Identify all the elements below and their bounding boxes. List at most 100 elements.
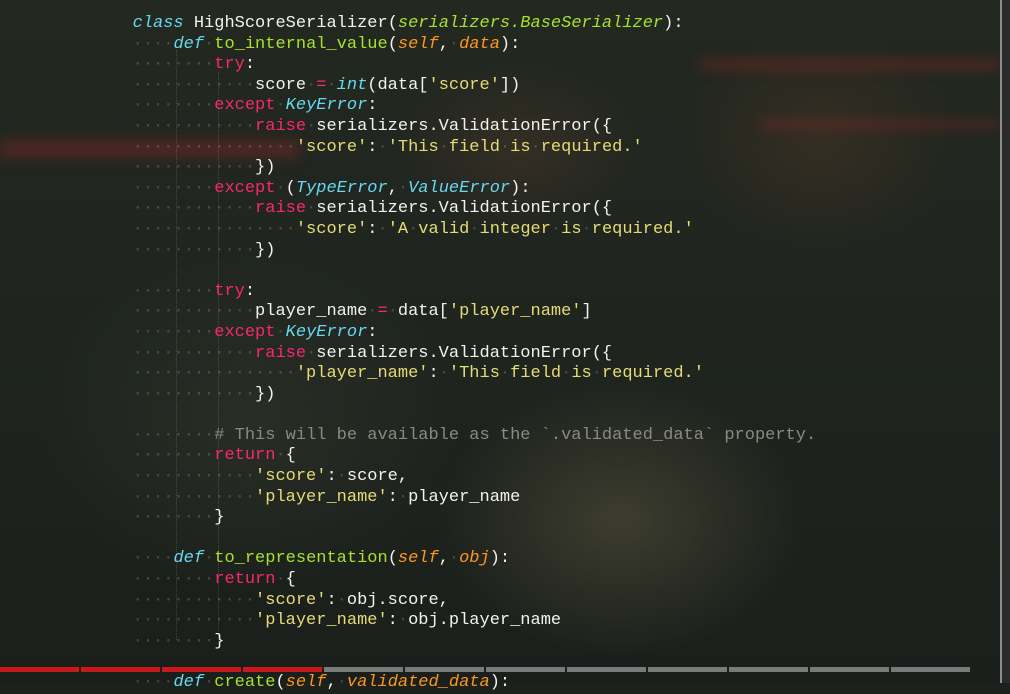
code-token: try	[214, 55, 245, 75]
gutter-space	[0, 220, 133, 239]
code-token: }	[214, 508, 225, 528]
code-line[interactable]: ········except·KeyError:	[0, 323, 816, 344]
code-token: 'player_name'	[448, 302, 582, 322]
tab-10[interactable]	[729, 667, 808, 672]
code-line[interactable]: ············'player_name':·player_name	[0, 488, 816, 509]
code-line[interactable]: ············})	[0, 385, 816, 406]
code-token: :	[326, 467, 337, 487]
tab-11[interactable]	[810, 667, 889, 672]
code-token: :	[367, 96, 378, 116]
gutter-space	[0, 55, 133, 74]
code-line[interactable]: ············raise·serializers.Validation…	[0, 117, 816, 138]
gutter-space	[0, 241, 133, 260]
code-line[interactable]: ············'player_name':·obj.player_na…	[0, 611, 816, 632]
whitespace-marker: ········	[132, 178, 215, 198]
code-line[interactable]: ············raise·serializers.Validation…	[0, 199, 816, 220]
code-token: 'score'	[255, 590, 327, 610]
tab-8[interactable]	[567, 667, 646, 672]
code-line[interactable]: ············'score':·obj.score,	[0, 591, 816, 612]
code-editor[interactable]: class HighScoreSerializer(serializers.Ba…	[0, 14, 817, 694]
code-token: :	[367, 322, 378, 342]
whitespace-marker: ·	[591, 364, 602, 384]
code-token: {	[285, 446, 296, 466]
code-token: ):	[663, 14, 684, 33]
whitespace-marker: ················	[132, 219, 296, 239]
tab-4[interactable]	[243, 667, 322, 672]
tab-12[interactable]	[891, 667, 970, 672]
whitespace-marker: ·	[397, 487, 409, 507]
whitespace-marker: ·	[438, 364, 449, 384]
code-line[interactable]: ············'score':·score,	[0, 467, 816, 488]
tab-5[interactable]	[324, 667, 403, 672]
code-line[interactable]: ····def·to_representation(self,·obj):	[0, 549, 816, 570]
code-token: (	[285, 178, 296, 198]
whitespace-marker: ············	[132, 240, 256, 260]
gutter-space	[0, 199, 133, 218]
whitespace-marker: ····	[132, 549, 174, 569]
code-token: data	[459, 34, 500, 54]
code-line[interactable]: ········try:	[0, 282, 816, 303]
whitespace-marker: ·	[336, 467, 347, 487]
code-token: :	[387, 611, 398, 631]
code-line[interactable]: ················'score':·'A·valid·intege…	[0, 220, 816, 241]
code-token: except	[214, 178, 276, 198]
code-line[interactable]: ················'player_name':·'This·fie…	[0, 364, 816, 385]
whitespace-marker: ·	[275, 178, 286, 198]
code-token: required.'	[601, 364, 704, 384]
whitespace-marker: ·	[397, 178, 409, 198]
whitespace-marker: ·	[387, 302, 398, 322]
code-line[interactable]: ········# This will be available as the …	[0, 425, 817, 447]
tab-3[interactable]	[162, 667, 241, 672]
tab-bar[interactable]	[0, 667, 1000, 672]
code-line[interactable]: ········except·KeyError:	[0, 96, 816, 117]
code-token: raise	[255, 199, 307, 219]
whitespace-marker: ·	[275, 322, 286, 342]
code-token: to_representation	[214, 549, 388, 569]
gutter-space	[0, 282, 133, 301]
code-token: # This will be available as the `.valida…	[214, 425, 817, 445]
whitespace-marker: ············	[132, 158, 256, 178]
code-token: =	[377, 302, 388, 322]
code-token: return	[214, 570, 276, 590]
gutter-space	[0, 344, 133, 363]
gutter-space	[0, 96, 133, 115]
code-token: ,	[438, 34, 449, 54]
tab-6[interactable]	[405, 667, 484, 672]
gutter-space	[0, 549, 133, 568]
gutter-space	[0, 117, 133, 136]
whitespace-marker: ·	[550, 219, 562, 239]
code-token: except	[214, 322, 276, 342]
whitespace-marker: ················	[132, 137, 296, 157]
whitespace-marker: ·	[275, 570, 286, 590]
code-line[interactable]: ····def·to_internal_value(self,·data):	[0, 35, 816, 56]
code-line[interactable]: ················'score':·'This·field·is·…	[0, 138, 816, 159]
code-line[interactable]: ········try:	[0, 55, 816, 76]
code-line[interactable]: ····def·create(self,·validated_data):	[0, 673, 816, 694]
tab-1[interactable]	[0, 667, 79, 672]
code-line[interactable]: ············player_name·=·data['player_n…	[0, 302, 816, 323]
gutter-space	[0, 385, 133, 404]
code-line[interactable]: ········}	[0, 632, 816, 653]
gutter-space	[0, 138, 133, 157]
code-token: to_internal_value	[214, 34, 388, 54]
code-line[interactable]: ············score·=·int(data['score'])	[0, 76, 816, 97]
gutter-space	[0, 405, 133, 424]
code-line[interactable]: ········return·{	[0, 446, 816, 467]
code-line[interactable]: ············})	[0, 241, 816, 262]
code-line[interactable]: ········return·{	[0, 570, 816, 591]
code-line[interactable]	[0, 529, 816, 550]
tab-2[interactable]	[81, 667, 160, 672]
tab-7[interactable]	[486, 667, 565, 672]
gutter-space	[0, 591, 133, 610]
tab-9[interactable]	[648, 667, 727, 672]
code-line[interactable]: ············})	[0, 158, 816, 179]
code-line[interactable]: class HighScoreSerializer(serializers.Ba…	[0, 14, 816, 35]
code-line[interactable]	[0, 405, 816, 426]
gutter-space	[0, 529, 133, 548]
code-token: (	[387, 34, 398, 54]
code-line[interactable]: ········except·(TypeError,·ValueError):	[0, 179, 816, 200]
code-line[interactable]: ············raise·serializers.Validation…	[0, 344, 816, 365]
code-line[interactable]	[0, 261, 816, 282]
code-line[interactable]: ········}	[0, 508, 816, 529]
code-token: return	[214, 446, 276, 466]
